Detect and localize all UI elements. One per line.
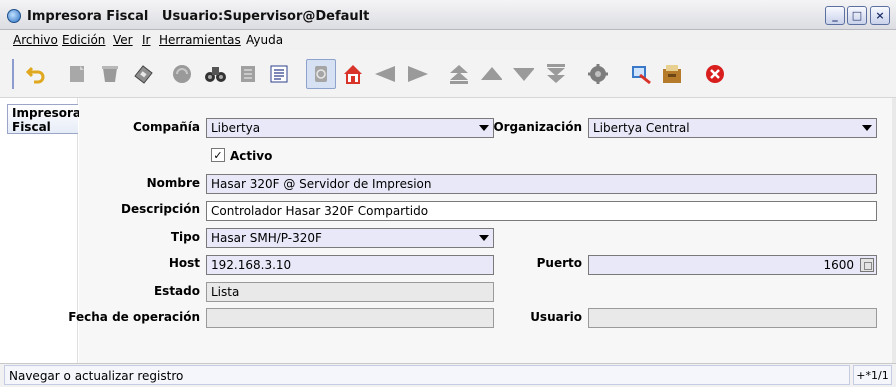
estado-label: Estado [153,284,200,298]
zoom-across-icon[interactable] [661,63,683,85]
puerto-field[interactable]: 1600 [588,255,877,275]
previous-record-icon[interactable] [373,63,395,85]
menu-ayuda[interactable]: Ayuda [246,33,283,47]
app-icon [7,9,21,23]
nombre-value: Hasar 320F @ Servidor de Impresion [211,177,432,191]
fecha-operacion-field [206,308,494,328]
organizacion-value: Libertya Central [593,121,690,135]
host-field[interactable]: 192.168.3.10 [206,255,494,275]
refresh-icon[interactable] [171,63,193,85]
save-icon[interactable] [132,63,154,85]
status-bar: Navegar o actualizar registro +*1/1 [0,363,896,387]
first-record-icon[interactable] [448,63,470,85]
menu-ir[interactable]: Ir [142,33,150,47]
find-icon[interactable] [204,63,226,85]
history-icon[interactable] [237,63,259,85]
title-bar: Impresora Fiscal Usuario:Supervisor@Defa… [0,0,896,30]
estado-field: Lista [206,282,494,302]
attachment-icon[interactable] [306,59,336,89]
fecha-operacion-label: Fecha de operación [68,310,200,324]
minimize-icon: _ [832,9,838,22]
compania-dropdown-icon[interactable] [477,121,491,135]
puerto-label: Puerto [536,256,582,270]
organizacion-combo[interactable]: Libertya Central [588,118,877,138]
puerto-value: 1600 [823,258,854,272]
menu-bar: Archivo Edición Ver Ir Herramientas Ayud… [0,30,896,50]
next-record-icon[interactable] [406,63,428,85]
toolbar-grip[interactable] [12,59,17,89]
next-icon[interactable] [512,63,534,85]
home-icon[interactable] [342,63,364,85]
activo-checkbox[interactable]: ✓ [211,148,225,162]
form-scroll-edge [892,98,896,363]
close-window-icon[interactable] [704,63,726,85]
window-title: Impresora Fiscal Usuario:Supervisor@Defa… [27,9,370,24]
menu-edicion[interactable]: Edición [62,33,105,47]
tab-impresora-fiscal[interactable]: Impresora Fiscal [7,104,81,134]
compania-label: Compañía [133,120,200,134]
estado-value: Lista [211,285,240,299]
activo-label: Activo [230,149,273,163]
host-label: Host [168,256,200,270]
menu-ver[interactable]: Ver [113,33,133,47]
tipo-value: Hasar SMH/P-320F [211,231,322,245]
previous-icon[interactable] [480,63,502,85]
status-message: Navegar o actualizar registro [4,365,850,385]
tab-panel [0,98,78,363]
tipo-dropdown-icon[interactable] [477,231,491,245]
usuario-field [588,308,877,328]
calculator-icon[interactable] [860,258,874,272]
menu-herramientas[interactable]: Herramientas [159,33,241,47]
tipo-combo[interactable]: Hasar SMH/P-320F [206,228,494,248]
tipo-label: Tipo [170,230,200,244]
nombre-field[interactable]: Hasar 320F @ Servidor de Impresion [206,174,877,194]
organizacion-dropdown-icon[interactable] [860,121,874,135]
archive-icon[interactable] [630,63,652,85]
last-record-icon[interactable] [545,63,567,85]
close-icon: × [875,9,885,22]
descripcion-value: Controlador Hasar 320F Compartido [211,204,429,218]
grid-toggle-icon[interactable] [268,63,290,85]
menu-archivo[interactable]: Archivo [13,33,58,47]
host-value: 192.168.3.10 [211,258,292,272]
nombre-label: Nombre [146,176,200,190]
delete-icon[interactable] [99,63,121,85]
new-icon[interactable] [66,63,88,85]
compania-value: Libertya [211,121,261,135]
compania-combo[interactable]: Libertya [206,118,494,138]
record-indicator[interactable]: +*1/1 [853,365,892,385]
minimize-button[interactable]: _ [825,6,845,25]
undo-icon[interactable] [25,63,47,85]
descripcion-label: Descripción [121,202,200,216]
maximize-icon: □ [851,9,863,22]
close-button[interactable]: × [870,6,890,25]
toolbar [0,50,896,98]
report-icon[interactable] [587,63,609,85]
maximize-button[interactable]: □ [847,6,867,25]
descripcion-field[interactable]: Controlador Hasar 320F Compartido [206,201,877,221]
usuario-label: Usuario [530,310,582,324]
organizacion-label: Organización [493,120,582,134]
